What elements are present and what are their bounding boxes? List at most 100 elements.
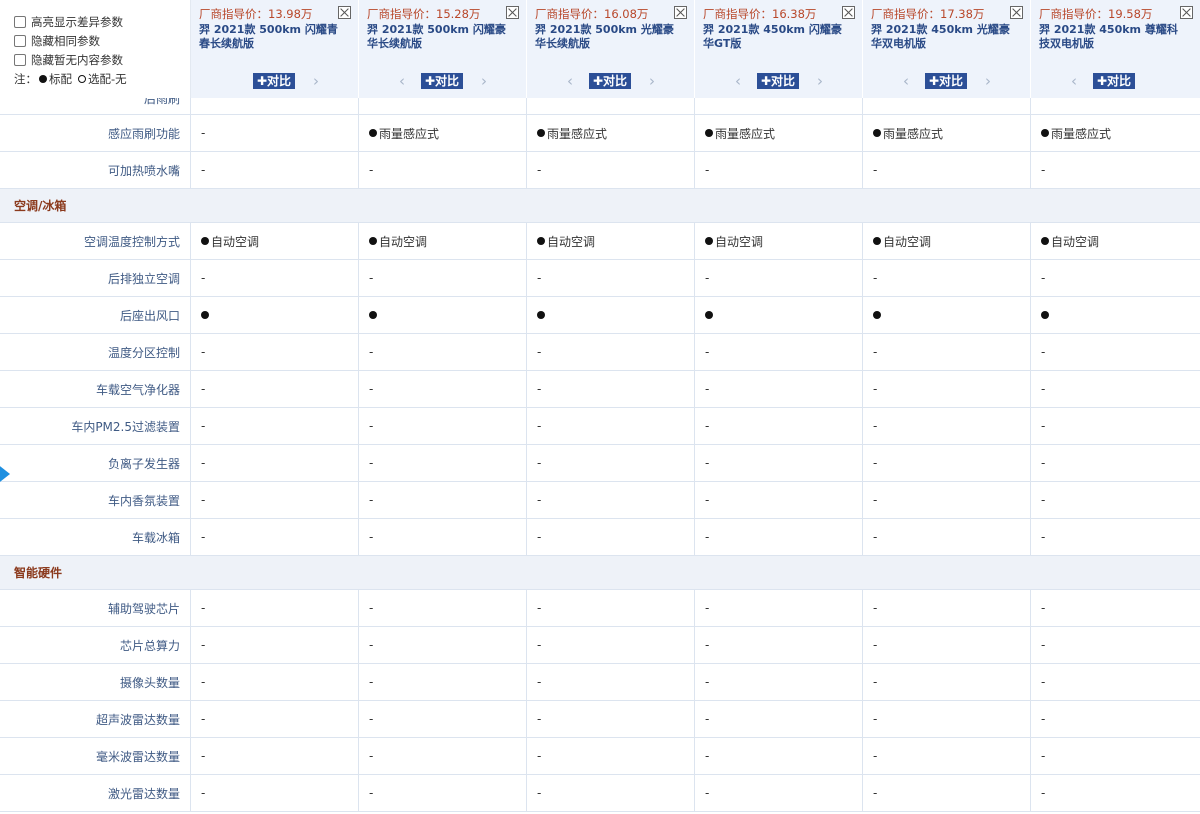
highlight-diff-checkbox[interactable] xyxy=(14,15,26,28)
spec-cell: - xyxy=(527,664,695,700)
spec-value: - xyxy=(201,675,206,689)
spec-cell: - xyxy=(695,408,863,444)
compare-button[interactable]: ✚对比 xyxy=(589,73,632,89)
chevron-left-icon[interactable]: ‹ xyxy=(567,74,577,89)
spec-label: 毫米波雷达数量 xyxy=(0,738,191,774)
chevron-right-icon[interactable]: › xyxy=(313,74,323,89)
side-panel-toggle[interactable] xyxy=(0,463,12,485)
chevron-right-icon[interactable]: › xyxy=(649,74,659,89)
compare-button[interactable]: ✚对比 xyxy=(253,73,296,89)
car-name[interactable]: 羿 2021款 500km 闪耀青春长续航版 xyxy=(199,23,343,51)
standard-dot-icon xyxy=(1041,129,1049,137)
spec-value: 自动空调 xyxy=(379,234,428,249)
standard-dot-icon xyxy=(201,311,209,319)
spec-value: - xyxy=(537,345,542,359)
car-price: 厂商指导价：16.08万 xyxy=(535,7,649,21)
car-name[interactable]: 羿 2021款 450km 光耀豪华双电机版 xyxy=(871,23,1015,51)
compare-button[interactable]: ✚对比 xyxy=(925,73,968,89)
chevron-right-icon[interactable]: › xyxy=(817,74,827,89)
spec-cell: - xyxy=(191,371,359,407)
hide-empty-checkbox[interactable] xyxy=(14,53,26,66)
spec-cell: - xyxy=(359,152,527,188)
spec-cell: - xyxy=(359,738,527,774)
chevron-right-icon[interactable]: › xyxy=(985,74,995,89)
spec-value: - xyxy=(873,271,878,285)
close-icon[interactable] xyxy=(506,6,519,19)
spec-cell: 雨量感应式 xyxy=(359,115,527,151)
car-price: 厂商指导价：15.28万 xyxy=(367,7,481,21)
close-icon[interactable] xyxy=(1010,6,1023,19)
spec-cell: - xyxy=(695,371,863,407)
spec-cell: - xyxy=(191,334,359,370)
chevron-left-icon[interactable]: ‹ xyxy=(735,74,745,89)
close-icon[interactable] xyxy=(338,6,351,19)
spec-value: - xyxy=(369,382,374,396)
standard-dot-icon xyxy=(201,237,209,245)
spec-cell: - xyxy=(191,115,359,151)
compare-button[interactable]: ✚对比 xyxy=(1093,73,1136,89)
car-name[interactable]: 羿 2021款 500km 光耀豪华长续航版 xyxy=(535,23,679,51)
close-icon[interactable] xyxy=(1180,6,1193,19)
comparison-header: 高亮显示差异参数 隐藏相同参数 隐藏暂无内容参数 注： 标配 选配 -无 厂商指… xyxy=(0,0,1200,98)
car-price: 厂商指导价：16.38万 xyxy=(703,7,817,21)
spec-row: 摄像头数量 - - - - - - xyxy=(0,664,1200,701)
spec-cell: - xyxy=(1031,482,1200,518)
spec-cell: - xyxy=(191,701,359,737)
option-hide-empty[interactable]: 隐藏暂无内容参数 xyxy=(14,50,190,69)
standard-dot-icon xyxy=(537,129,545,137)
spec-value: - xyxy=(369,456,374,470)
spec-label: 辅助驾驶芯片 xyxy=(0,590,191,626)
spec-value: - xyxy=(537,530,542,544)
spec-cell: - xyxy=(695,334,863,370)
spec-value: - xyxy=(873,601,878,615)
spec-value: - xyxy=(705,749,710,763)
option-highlight-diff[interactable]: 高亮显示差异参数 xyxy=(14,12,190,31)
legend-note: 注： 标配 选配 -无 xyxy=(14,71,190,87)
spec-value: - xyxy=(1041,786,1046,800)
spec-cell: - xyxy=(527,371,695,407)
standard-dot-icon xyxy=(369,237,377,245)
spec-cell: - xyxy=(191,664,359,700)
spec-cell: - xyxy=(695,445,863,481)
car-name[interactable]: 羿 2021款 500km 闪耀豪华长续航版 xyxy=(367,23,511,51)
spec-value: - xyxy=(1041,345,1046,359)
spec-value: - xyxy=(201,345,206,359)
spec-cell: - xyxy=(359,701,527,737)
close-icon[interactable] xyxy=(674,6,687,19)
spec-cell: - xyxy=(359,775,527,811)
chevron-left-icon[interactable]: ‹ xyxy=(399,74,409,89)
note-optional: 选配 xyxy=(88,72,111,86)
spec-cell xyxy=(1031,98,1200,114)
option-hide-same[interactable]: 隐藏相同参数 xyxy=(14,31,190,50)
car-name[interactable]: 羿 2021款 450km 尊耀科技双电机版 xyxy=(1039,23,1183,51)
spec-cell: - xyxy=(191,627,359,663)
spec-value: - xyxy=(705,345,710,359)
spec-value: - xyxy=(369,601,374,615)
spec-row: 车内PM2.5过滤装置 - - - - - - xyxy=(0,408,1200,445)
standard-dot-icon xyxy=(873,237,881,245)
spec-label: 后排独立空调 xyxy=(0,260,191,296)
spec-value: 自动空调 xyxy=(715,234,764,249)
car-price: 厂商指导价：17.38万 xyxy=(871,7,985,21)
standard-dot-icon xyxy=(705,311,713,319)
arrow-right-icon xyxy=(0,466,10,482)
chevron-right-icon[interactable]: › xyxy=(481,74,491,89)
standard-dot-icon xyxy=(705,129,713,137)
spec-value: - xyxy=(369,675,374,689)
compare-button[interactable]: ✚对比 xyxy=(757,73,800,89)
spec-value: - xyxy=(705,638,710,652)
spec-label: 负离子发生器 xyxy=(0,445,191,481)
chevron-left-icon[interactable]: ‹ xyxy=(903,74,913,89)
hide-same-checkbox[interactable] xyxy=(14,34,26,47)
spec-cell: - xyxy=(863,445,1031,481)
spec-value: - xyxy=(369,786,374,800)
spec-cell: - xyxy=(1031,738,1200,774)
chevron-left-icon[interactable]: ‹ xyxy=(1071,74,1081,89)
spec-cell xyxy=(191,98,359,114)
spec-cell xyxy=(695,297,863,333)
spec-label: 后雨刷 xyxy=(0,98,191,114)
car-name[interactable]: 羿 2021款 450km 闪耀豪华GT版 xyxy=(703,23,847,51)
compare-button[interactable]: ✚对比 xyxy=(421,73,464,89)
spec-value: - xyxy=(369,419,374,433)
close-icon[interactable] xyxy=(842,6,855,19)
